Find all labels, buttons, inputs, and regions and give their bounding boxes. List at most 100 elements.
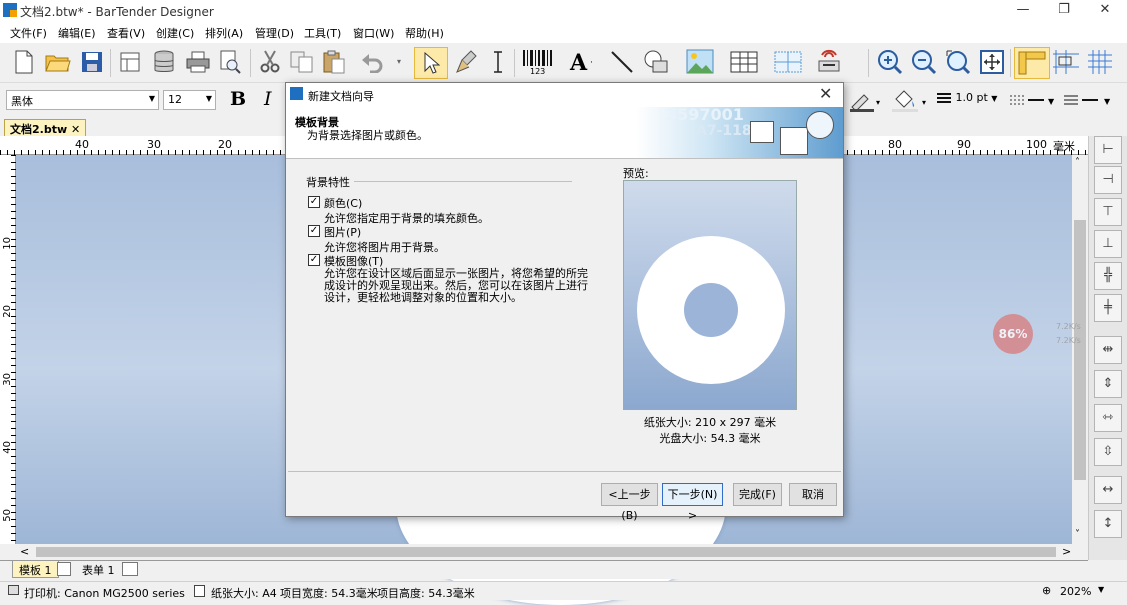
same-height-icon[interactable]: ↕	[1094, 510, 1122, 538]
distribute-vertical-icon[interactable]: ⇕	[1094, 370, 1122, 398]
same-width-icon[interactable]: ↔	[1094, 476, 1122, 504]
paste-icon[interactable]	[320, 48, 348, 76]
center-vertical-icon[interactable]: ⇳	[1094, 438, 1122, 466]
barcode-icon[interactable]: 123	[520, 48, 556, 76]
undo-icon[interactable]	[358, 48, 386, 76]
italic-button[interactable]: I	[264, 88, 272, 110]
line-width-select[interactable]: 1.0 pt ▼	[936, 90, 1006, 110]
new-document-icon[interactable]	[10, 48, 38, 76]
zoom-page-icon[interactable]	[978, 48, 1006, 76]
scroll-thumb[interactable]	[1074, 220, 1086, 480]
document-tab[interactable]: 文档2.btw ✕	[4, 119, 87, 136]
fill-color-icon[interactable]: ▾	[890, 89, 930, 113]
picture-tool-icon[interactable]	[684, 48, 720, 76]
line-tool-icon[interactable]	[608, 48, 636, 76]
wizard-banner-graphic: 3597001 A7-118	[636, 107, 843, 158]
menu-create[interactable]: 创建(C)	[156, 25, 194, 41]
text-cursor-icon[interactable]	[484, 48, 512, 76]
printer-status: 打印机: Canon MG2500 series	[24, 587, 185, 600]
sheet-tab-form[interactable]: 表单 1	[78, 561, 119, 578]
zoom-dropdown-icon[interactable]: ▼	[1098, 585, 1104, 594]
menu-arrange[interactable]: 排列(A)	[205, 25, 243, 41]
cut-icon[interactable]	[256, 48, 284, 76]
menu-view[interactable]: 查看(V)	[107, 25, 145, 41]
copy-icon[interactable]	[288, 48, 316, 76]
database-icon[interactable]	[150, 48, 178, 76]
line-end-select[interactable]: ▼	[1062, 91, 1114, 109]
format-painter-icon[interactable]	[452, 48, 480, 76]
shape-tool-icon[interactable]	[640, 48, 676, 76]
svg-text:123: 123	[530, 67, 545, 75]
restore-button[interactable]: ❐	[1044, 0, 1084, 21]
snap-guides-icon[interactable]	[1052, 48, 1080, 76]
select-pointer-icon[interactable]	[414, 47, 448, 79]
table-tool-icon[interactable]	[728, 48, 766, 76]
menu-window[interactable]: 窗口(W)	[353, 25, 394, 41]
grid-toggle-icon[interactable]	[1086, 48, 1114, 76]
dialog-close-button[interactable]: ✕	[819, 84, 832, 103]
minimize-button[interactable]: —	[1003, 0, 1043, 21]
line-width-value: 1.0 pt	[955, 91, 988, 104]
back-button[interactable]: <上一步(B)	[601, 483, 658, 522]
align-bottom-icon[interactable]: ⊥	[1094, 230, 1122, 258]
menu-edit[interactable]: 编辑(E)	[58, 25, 96, 41]
ruler-toggle-icon[interactable]	[1014, 47, 1050, 79]
menu-tools[interactable]: 工具(T)	[304, 25, 341, 41]
save-icon[interactable]	[78, 48, 106, 76]
align-center-horizontal-icon[interactable]: ╬	[1094, 262, 1122, 290]
font-size-select[interactable]: 12 ▼	[163, 90, 216, 110]
align-right-icon[interactable]: ⊣	[1094, 166, 1122, 194]
close-window-button[interactable]: ✕	[1085, 0, 1125, 21]
ruler-label: 80	[888, 138, 902, 151]
next-button[interactable]: 下一步(N) >	[662, 483, 723, 522]
menu-help[interactable]: 帮助(H)	[405, 25, 444, 41]
undo-dropdown-icon[interactable]: ▾	[397, 57, 403, 73]
menu-file[interactable]: 文件(F)	[10, 25, 47, 41]
toolbar-separator	[250, 49, 251, 77]
svg-text:▾: ▾	[922, 98, 926, 107]
align-top-icon[interactable]: ⊤	[1094, 198, 1122, 226]
scroll-down-icon[interactable]: ˅	[1075, 529, 1080, 540]
scroll-up-icon[interactable]: ˄	[1075, 157, 1080, 168]
color-option-label[interactable]: 颜色(C)	[324, 195, 362, 211]
scroll-thumb[interactable]	[36, 547, 1056, 557]
scroll-right-icon[interactable]: >	[1062, 545, 1071, 558]
speed-meter-badge[interactable]: 86%	[993, 314, 1033, 354]
line-style-select[interactable]: ▼	[1008, 91, 1058, 109]
paper-size-label: 纸张大小: 210 x 297 毫米	[643, 416, 777, 429]
page-setup-icon[interactable]	[116, 48, 144, 76]
center-horizontal-icon[interactable]: ⇿	[1094, 404, 1122, 432]
print-icon[interactable]	[184, 48, 212, 76]
print-preview-icon[interactable]	[216, 48, 244, 76]
cancel-button[interactable]: 取消	[789, 483, 837, 506]
picture-option-label[interactable]: 图片(P)	[324, 224, 361, 240]
color-checkbox[interactable]: ✓	[308, 196, 320, 208]
line-color-icon[interactable]: ▾	[848, 89, 884, 113]
menu-manage[interactable]: 管理(D)	[255, 25, 294, 41]
horizontal-scrollbar[interactable]: < >	[16, 544, 1072, 560]
picture-checkbox[interactable]: ✓	[308, 225, 320, 237]
text-tool-icon[interactable]: A ·	[566, 48, 600, 76]
close-tab-icon[interactable]: ✕	[71, 123, 80, 136]
font-family-select[interactable]: 黑体 ▼	[6, 90, 159, 110]
open-folder-icon[interactable]	[44, 48, 72, 76]
align-center-vertical-icon[interactable]: ╪	[1094, 294, 1122, 322]
distribute-horizontal-icon[interactable]: ⇹	[1094, 336, 1122, 364]
svg-text:▼: ▼	[1048, 97, 1055, 106]
zoom-fit-icon[interactable]	[944, 48, 972, 76]
new-form-page-icon[interactable]	[122, 562, 138, 576]
scroll-left-icon[interactable]: <	[20, 545, 29, 558]
sheet-tab-template[interactable]: 模板 1	[12, 561, 59, 578]
zoom-in-icon[interactable]	[876, 48, 904, 76]
bold-button[interactable]: B	[230, 88, 246, 110]
title-bar: 文档2.btw* - BarTender Designer — ❐ ✕	[0, 0, 1127, 21]
zoom-out-icon[interactable]	[910, 48, 938, 76]
grid-tool-icon[interactable]	[772, 48, 810, 76]
rfid-encoder-icon[interactable]	[814, 48, 850, 76]
align-left-icon[interactable]: ⊢	[1094, 136, 1122, 164]
new-template-page-icon[interactable]	[57, 562, 71, 576]
status-bar: 打印机: Canon MG2500 series 纸张大小: A4 项目宽度: …	[0, 581, 1127, 600]
zoom-level[interactable]: 202%	[1060, 585, 1091, 598]
template-image-checkbox[interactable]: ✓	[308, 254, 320, 266]
finish-button[interactable]: 完成(F)	[733, 483, 782, 506]
